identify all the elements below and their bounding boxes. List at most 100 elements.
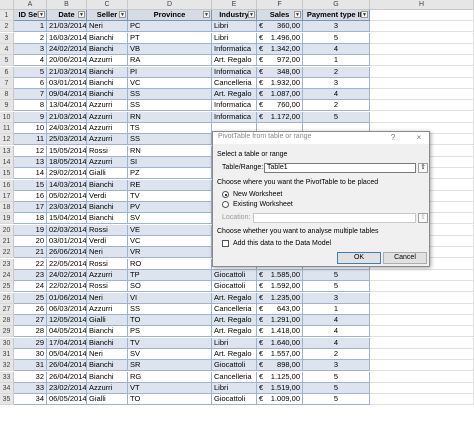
table-cell[interactable]: Bianchi	[87, 43, 128, 55]
table-cell[interactable]: €643,00	[257, 303, 303, 315]
filter-dropdown-icon[interactable]: ▼	[203, 11, 210, 18]
table-cell[interactable]: Libri	[212, 21, 257, 33]
table-cell[interactable]: RE	[128, 179, 212, 191]
table-cell[interactable]: VI	[128, 292, 212, 304]
table-cell[interactable]: VC	[128, 77, 212, 89]
table-cell[interactable]: TP	[128, 269, 212, 281]
table-cell[interactable]: RG	[128, 371, 212, 383]
table-cell[interactable]: Libri	[212, 337, 257, 349]
table-cell[interactable]: VR	[128, 247, 212, 259]
table-cell[interactable]: Giocattoli	[212, 281, 257, 293]
table-cell[interactable]: Rossi	[87, 224, 128, 236]
table-cell[interactable]: Rossi	[87, 281, 128, 293]
table-cell[interactable]: RN	[128, 145, 212, 157]
table-cell[interactable]: 17/04/2014	[47, 337, 87, 349]
table-cell[interactable]: 10	[14, 123, 47, 134]
filter-dropdown-icon[interactable]: ▼	[361, 11, 368, 18]
table-cell[interactable]: €1.519,00	[257, 382, 303, 394]
table-cell[interactable]: 22	[14, 258, 47, 270]
table-cell[interactable]: 16	[14, 190, 47, 202]
table-cell[interactable]: Bianchi	[87, 213, 128, 225]
column-header-e[interactable]: E	[212, 0, 257, 10]
table-cell[interactable]: 17	[14, 202, 47, 214]
table-cell[interactable]: 31	[14, 360, 47, 372]
header-cell[interactable]: Sales ▼	[257, 10, 303, 21]
table-cell[interactable]: 28	[14, 326, 47, 338]
empty-cell[interactable]	[370, 315, 474, 327]
table-cell[interactable]: 18	[14, 213, 47, 225]
row-number[interactable]: 14	[0, 156, 14, 168]
header-cell[interactable]: Seller ▼	[87, 10, 128, 21]
table-cell[interactable]: 3	[303, 360, 370, 372]
filter-dropdown-icon[interactable]: ▼	[119, 11, 126, 18]
table-cell[interactable]: 06/03/2014	[47, 303, 87, 315]
table-cell[interactable]: Art. Regalo	[212, 292, 257, 304]
table-cell[interactable]: Azzurri	[87, 134, 128, 146]
data-model-checkbox[interactable]	[222, 240, 229, 247]
row-number[interactable]: 35	[0, 394, 14, 406]
table-cell[interactable]: 7	[14, 89, 47, 101]
empty-cell[interactable]	[370, 66, 474, 78]
new-worksheet-radio[interactable]	[222, 191, 229, 198]
row-number[interactable]: 1	[0, 10, 14, 21]
table-cell[interactable]: Bianchi	[87, 326, 128, 338]
table-cell[interactable]: 3	[303, 21, 370, 33]
table-cell[interactable]: Giocattoli	[212, 269, 257, 281]
table-cell[interactable]: 03/01/2014	[47, 77, 87, 89]
row-number[interactable]: 25	[0, 281, 14, 293]
table-cell[interactable]: 4	[303, 326, 370, 338]
table-cell[interactable]: SS	[128, 303, 212, 315]
table-cell[interactable]: SI	[128, 156, 212, 168]
table-cell[interactable]: VE	[128, 224, 212, 236]
table-cell[interactable]: PI	[128, 66, 212, 78]
row-number[interactable]: 21	[0, 236, 14, 247]
table-cell[interactable]: Verdi	[87, 190, 128, 202]
table-cell[interactable]: SS	[128, 134, 212, 146]
row-number[interactable]: 5	[0, 55, 14, 67]
filter-dropdown-icon[interactable]: ▼	[294, 11, 301, 18]
table-cell[interactable]: SS	[128, 100, 212, 112]
table-cell[interactable]: RN	[128, 111, 212, 123]
table-cell[interactable]: 14/03/2014	[47, 179, 87, 191]
table-cell[interactable]: Bianchi	[87, 202, 128, 214]
table-cell[interactable]: 05/02/2014	[47, 190, 87, 202]
table-cell[interactable]: 19	[14, 224, 47, 236]
table-cell[interactable]: Bianchi	[87, 371, 128, 383]
table-cell[interactable]: Informatica	[212, 66, 257, 78]
empty-cell[interactable]	[370, 281, 474, 293]
row-number[interactable]: 8	[0, 89, 14, 101]
empty-cell[interactable]	[370, 269, 474, 281]
table-cell[interactable]: 04/05/2014	[47, 326, 87, 338]
row-number[interactable]: 13	[0, 145, 14, 157]
row-number[interactable]: 23	[0, 258, 14, 270]
empty-cell[interactable]	[370, 100, 474, 112]
table-cell[interactable]: 30	[14, 349, 47, 360]
column-header-h[interactable]: H	[370, 0, 474, 10]
table-cell[interactable]: Cancelleria	[212, 371, 257, 383]
table-cell[interactable]: Neri	[87, 21, 128, 33]
table-cell[interactable]: 01/06/2014	[47, 292, 87, 304]
table-cell[interactable]: Giocattoli	[212, 394, 257, 406]
header-cell[interactable]: Province ▼	[128, 10, 212, 21]
table-cell[interactable]: 29	[14, 337, 47, 349]
existing-worksheet-radio[interactable]	[222, 201, 229, 208]
table-cell[interactable]: PS	[128, 326, 212, 338]
table-cell[interactable]: 9	[14, 111, 47, 123]
table-cell[interactable]: Bianchi	[87, 66, 128, 78]
table-cell[interactable]: €348,00	[257, 66, 303, 78]
table-cell[interactable]: 4	[14, 55, 47, 67]
row-number[interactable]: 6	[0, 66, 14, 78]
table-cell[interactable]: 5	[303, 394, 370, 406]
table-cell[interactable]: PC	[128, 21, 212, 33]
table-cell[interactable]: €760,00	[257, 100, 303, 112]
row-number[interactable]: 32	[0, 360, 14, 372]
table-cell[interactable]: 06/05/2014	[47, 394, 87, 406]
table-cell[interactable]: €972,00	[257, 55, 303, 67]
table-cell[interactable]: 5	[303, 32, 370, 44]
table-cell[interactable]: 27	[14, 315, 47, 327]
table-cell[interactable]: 25	[14, 292, 47, 304]
table-cell[interactable]: 4	[303, 43, 370, 55]
table-cell[interactable]: 20/06/2014	[47, 55, 87, 67]
header-cell[interactable]: ID Sell ▼	[14, 10, 47, 21]
table-cell[interactable]: 21	[14, 247, 47, 259]
